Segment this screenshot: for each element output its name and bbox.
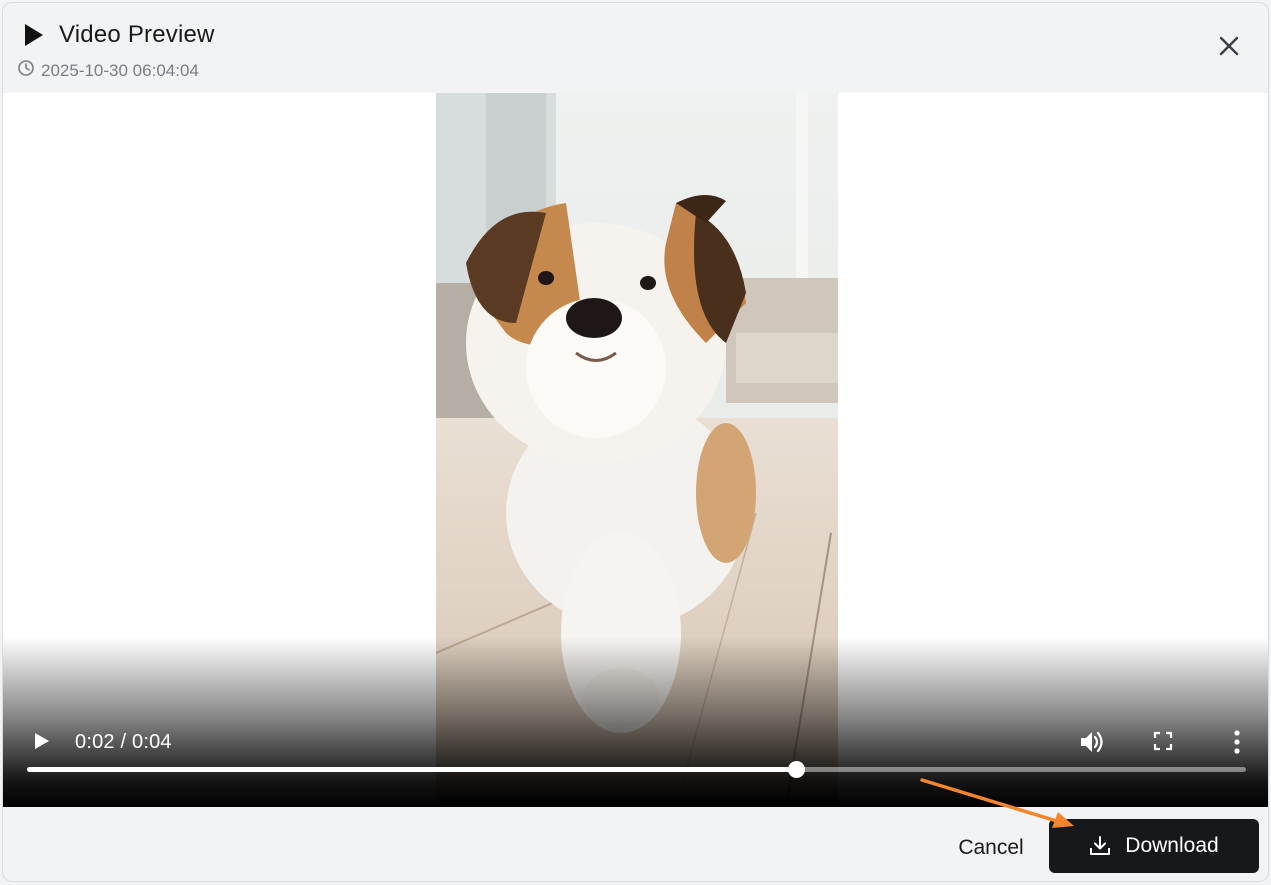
time-readout: 0:02 / 0:04 <box>75 731 172 753</box>
volume-icon[interactable] <box>1077 731 1105 760</box>
play-icon <box>23 23 45 47</box>
close-icon[interactable] <box>1218 35 1240 62</box>
play-icon[interactable] <box>29 733 53 757</box>
timestamp: 2025-10-30 06:04:04 <box>41 60 199 80</box>
seek-progress <box>27 767 797 772</box>
dialog-header: Video Preview 2025-10-30 06:04:04 <box>3 3 1268 93</box>
video-controls: 0:02 / 0:04 <box>3 717 1268 807</box>
video-preview-dialog: Video Preview 2025-10-30 06:04:04 0:02 /… <box>2 2 1269 882</box>
download-label[interactable]: Download <box>1125 834 1218 858</box>
seek-handle[interactable] <box>788 761 806 778</box>
download-button[interactable]: Download <box>1049 819 1259 873</box>
clock-icon <box>17 59 35 82</box>
seek-bar[interactable] <box>27 761 1246 778</box>
close-button[interactable] <box>1216 35 1242 61</box>
play-button[interactable] <box>29 729 53 753</box>
dialog-footer: Cancel Download <box>3 807 1268 881</box>
dialog-title: Video Preview <box>59 21 215 48</box>
video-player[interactable]: 0:02 / 0:04 <box>3 93 1268 807</box>
title-row: Video Preview <box>23 21 215 49</box>
fullscreen-icon[interactable] <box>1151 731 1175 757</box>
cancel-button[interactable]: Cancel <box>941 823 1041 873</box>
more-vertical-icon[interactable] <box>1225 730 1249 760</box>
more-options-button[interactable] <box>1225 728 1249 756</box>
timestamp-row: 2025-10-30 06:04:04 <box>17 59 199 82</box>
fullscreen-button[interactable] <box>1151 729 1175 753</box>
volume-button[interactable] <box>1077 728 1105 756</box>
download-icon[interactable] <box>1089 835 1125 857</box>
